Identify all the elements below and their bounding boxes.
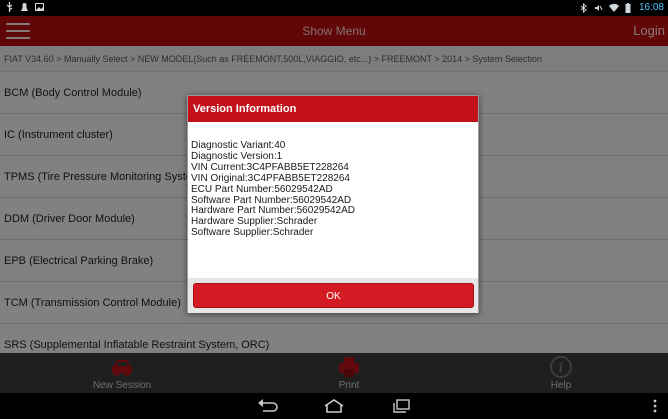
version-info-dialog: Version Information Diagnostic Variant:4… (187, 95, 479, 313)
clock: 16:08 (638, 2, 664, 13)
ecu-part-number: ECU Part Number:56029542AD (191, 183, 333, 195)
dialog-body: Diagnostic Variant:40 Diagnostic Version… (191, 140, 355, 239)
android-nav-bar (0, 393, 668, 419)
ok-button[interactable]: OK (193, 283, 474, 308)
notification-icon (20, 2, 29, 12)
wifi-icon (608, 3, 619, 13)
dialog-footer: OK (188, 278, 478, 313)
dialog-title: Version Information (188, 96, 478, 122)
image-icon (35, 2, 44, 12)
recents-icon[interactable] (391, 398, 411, 414)
usb-icon (5, 2, 14, 12)
battery-icon (624, 2, 633, 13)
vin-original: VIN Original:3C4PFABB5ET228264 (191, 172, 350, 184)
software-supplier: Software Supplier:Schrader (191, 227, 314, 239)
home-icon[interactable] (323, 398, 345, 414)
back-icon[interactable] (256, 398, 278, 414)
mute-icon (594, 3, 603, 13)
bluetooth-icon (579, 2, 588, 13)
status-bar: 16:08 (0, 0, 668, 16)
overflow-menu-icon[interactable] (652, 398, 658, 414)
